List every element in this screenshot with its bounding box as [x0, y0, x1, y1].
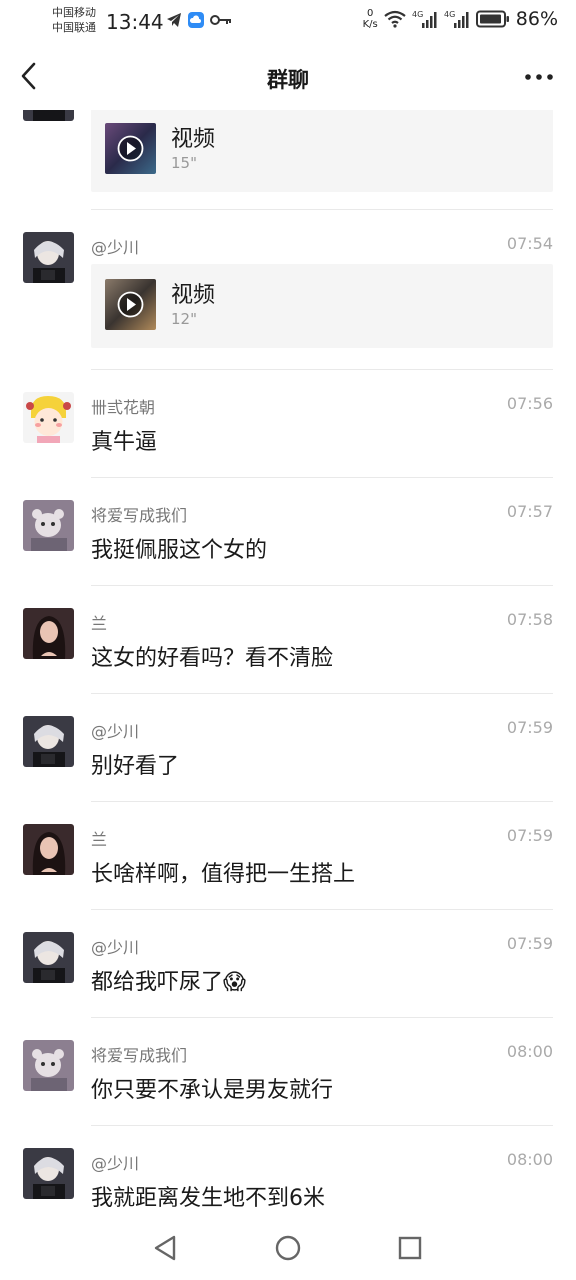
avatar[interactable]: [23, 500, 74, 551]
sender-name: @少川: [91, 722, 140, 741]
nav-recent-square-icon[interactable]: [392, 1230, 428, 1266]
page-title: 群聊: [267, 68, 309, 92]
svg-text:4G: 4G: [412, 10, 423, 19]
video-label: 视频: [171, 127, 216, 152]
video-message-card[interactable]: 视频 15": [91, 110, 553, 192]
message-time: 07:57: [506, 502, 553, 521]
signal-1-icon: 4G: [412, 10, 437, 28]
avatar[interactable]: [23, 232, 74, 283]
avatar[interactable]: [23, 608, 74, 659]
clock: 13:44: [106, 10, 164, 34]
message-time: 08:00: [506, 1042, 553, 1061]
message-time: 07:59: [506, 718, 553, 737]
avatar[interactable]: [23, 392, 74, 443]
message-text: 这女的好看吗？看不清脸: [91, 646, 334, 671]
avatar[interactable]: [23, 110, 74, 121]
status-right: 0 K/s 4G 4G 86%: [363, 8, 558, 30]
sender-name: @少川: [91, 938, 140, 957]
key-icon: [210, 15, 231, 25]
battery-icon: [475, 10, 509, 28]
message-text: 我挺佩服这个女的: [91, 538, 268, 563]
message-text: 别好看了: [91, 754, 180, 779]
video-label: 视频: [171, 283, 216, 308]
avatar[interactable]: [23, 1040, 74, 1091]
telegram-icon: [167, 13, 181, 27]
sender-name: @少川: [91, 238, 140, 257]
svg-text:4G: 4G: [444, 10, 455, 19]
signal-2-icon: 4G: [444, 10, 469, 28]
message-text: 你只要不承认是男友就行: [91, 1078, 334, 1103]
carrier-2: 中国联通: [52, 21, 96, 34]
message-time: 07:56: [506, 394, 553, 413]
avatar[interactable]: [23, 824, 74, 875]
avatar[interactable]: [23, 932, 74, 983]
message-time: 07:58: [506, 610, 553, 629]
message-item: @少川 07:54 视频 12": [0, 210, 576, 370]
message-text: 我就距离发生地不到6米: [91, 1186, 325, 1211]
sender-name: @少川: [91, 1154, 140, 1173]
carrier-names: 中国移动 中国联通: [52, 5, 96, 35]
video-duration: 12": [171, 310, 197, 328]
wifi-icon: [384, 10, 406, 28]
message-item: 卌弎花朝 07:56 真牛逼: [0, 370, 576, 478]
message-time: 08:00: [506, 1150, 553, 1169]
video-duration: 15": [171, 154, 197, 172]
message-text: 都给我吓尿了😱: [91, 970, 246, 995]
system-nav-bar: [0, 1216, 576, 1280]
message-item: 将爱写成我们 08:00 你只要不承认是男友就行: [0, 1018, 576, 1126]
sender-name: 兰: [91, 830, 108, 849]
carrier-1: 中国移动: [52, 6, 96, 19]
chat-feed[interactable]: 视频 15" @少川 07:54 视频 12" 卌弎花朝 07:56 真牛逼 将…: [0, 110, 576, 1216]
sender-name: 兰: [91, 614, 108, 633]
message-item: @少川 08:00 我就距离发生地不到6米: [0, 1126, 576, 1216]
net-speed: 0 K/s: [362, 8, 378, 30]
nav-back-triangle-icon[interactable]: [148, 1230, 184, 1266]
title-bar: 群聊: [0, 44, 576, 110]
video-thumbnail: [105, 123, 156, 174]
message-time: 07:54: [506, 234, 553, 253]
avatar[interactable]: [23, 716, 74, 767]
message-item: 将爱写成我们 07:57 我挺佩服这个女的: [0, 478, 576, 586]
message-text: 长啥样啊，值得把一生搭上: [91, 862, 356, 887]
message-item: @少川 07:59 都给我吓尿了😱: [0, 910, 576, 1018]
message-time: 07:59: [506, 934, 553, 953]
message-item: 视频 15": [0, 110, 576, 210]
status-bar: 中国移动 中国联通 13:44 0 K/s 4G 4G 86%: [0, 0, 576, 44]
nav-home-circle-icon[interactable]: [270, 1230, 306, 1266]
more-dots-icon[interactable]: [524, 62, 554, 92]
message-item: 兰 07:59 长啥样啊，值得把一生搭上: [0, 802, 576, 910]
sender-name: 卌弎花朝: [91, 398, 156, 417]
message-text: 真牛逼: [91, 430, 158, 455]
sender-name: 将爱写成我们: [91, 1046, 188, 1065]
message-item: 兰 07:58 这女的好看吗？看不清脸: [0, 586, 576, 694]
avatar[interactable]: [23, 1148, 74, 1199]
message-item: @少川 07:59 别好看了: [0, 694, 576, 802]
notification-icons: [166, 12, 232, 28]
message-time: 07:59: [506, 826, 553, 845]
cloud-app-icon: [188, 12, 204, 28]
video-thumbnail: [105, 279, 156, 330]
battery-percent: 86%: [515, 8, 558, 30]
sender-name: 将爱写成我们: [91, 506, 188, 525]
video-message-card[interactable]: 视频 12": [91, 264, 553, 348]
